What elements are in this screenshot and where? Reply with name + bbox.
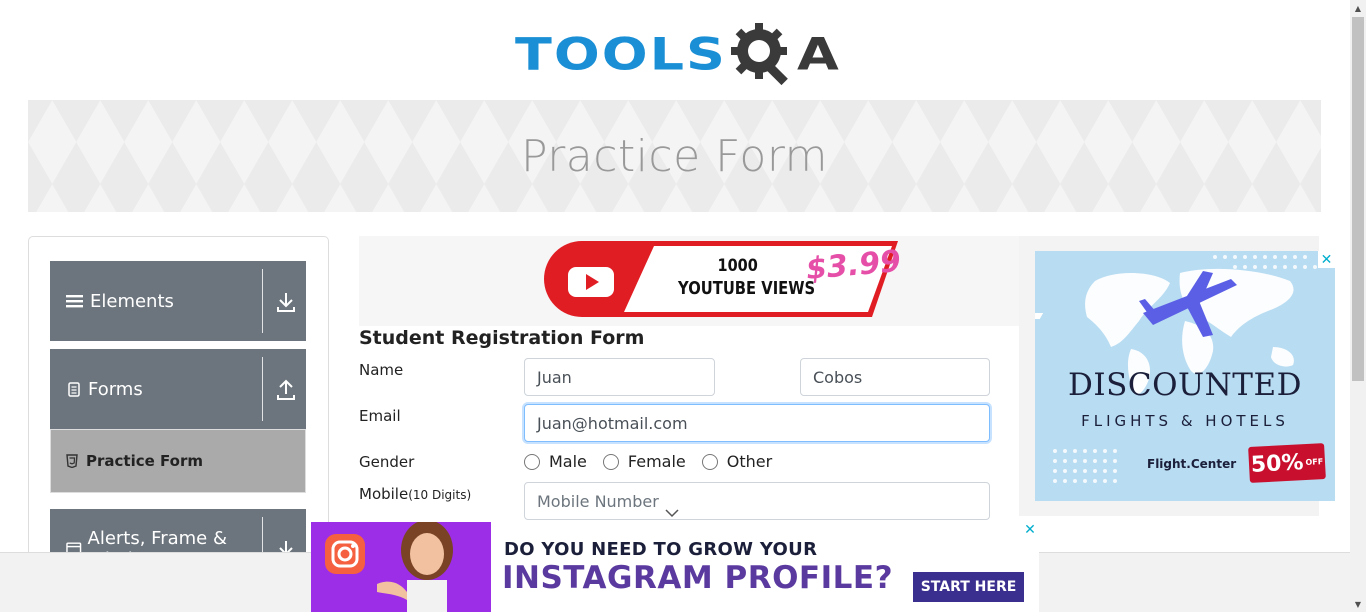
radio-label: Female xyxy=(627,452,686,471)
scroll-down-arrow-icon[interactable]: ▼ xyxy=(1350,596,1366,612)
youtube-views-ad[interactable]: 1000 YOUTUBE VIEWS $3.99 xyxy=(359,236,1019,326)
first-name-input[interactable]: Juan xyxy=(524,358,715,396)
gender-label: Gender xyxy=(359,453,415,471)
ad-line2: YOUTUBE VIEWS xyxy=(678,278,816,299)
name-label: Name xyxy=(359,361,404,379)
scrollbar-thumb[interactable] xyxy=(1352,17,1364,381)
mobile-hint: (10 Digits) xyxy=(408,488,472,502)
radio-circle[interactable] xyxy=(524,453,540,470)
mobile-label: Mobile(10 Digits) xyxy=(359,485,471,503)
sidebar-group-elements[interactable]: Elements xyxy=(50,261,306,341)
flights-hotels-ad[interactable]: DISCOUNTED FLIGHTS & HOTELS Flight.Cente… xyxy=(1035,251,1335,501)
ad-subtitle: FLIGHTS & HOTELS xyxy=(1081,412,1289,430)
sidebar-group-label: Forms xyxy=(88,378,143,400)
toolsqa-logo[interactable]: TOOLS A xyxy=(515,16,840,92)
gender-male-option[interactable]: Male xyxy=(524,452,587,471)
close-icon[interactable]: ✕ xyxy=(1318,251,1335,268)
logo-tools-text: TOOLS xyxy=(515,28,727,80)
email-input[interactable]: Juan@hotmail.com xyxy=(524,404,990,442)
page: TOOLS A Practice Form Elements Forms Pra… xyxy=(0,0,1366,612)
gender-radio-group: Male Female Other xyxy=(524,452,788,471)
upload-arrow-icon xyxy=(277,379,295,400)
divider xyxy=(262,269,263,333)
discount-suffix: OFF xyxy=(1305,456,1324,467)
scroll-up-arrow-icon[interactable]: ▲ xyxy=(1350,0,1366,16)
sidebar-group-label-wrap: Elements xyxy=(66,261,174,341)
form-title: Student Registration Form xyxy=(359,327,645,349)
radio-circle[interactable] xyxy=(602,453,619,470)
ad-image-panel xyxy=(311,522,491,612)
radio-circle[interactable] xyxy=(701,453,718,470)
instagram-ad[interactable]: DO YOU NEED TO GROW YOUR INSTAGRAM PROFI… xyxy=(311,522,1039,612)
sidebar-group-forms[interactable]: Forms xyxy=(50,349,306,429)
gender-female-option[interactable]: Female xyxy=(602,452,686,471)
hamburger-icon xyxy=(66,295,83,308)
ad-title: DISCOUNTED xyxy=(1068,367,1302,403)
chevron-down-icon xyxy=(665,509,679,518)
gear-magnifier-icon xyxy=(730,23,788,86)
ad-headline-2: INSTAGRAM PROFILE? xyxy=(502,560,894,596)
close-icon[interactable]: ✕ xyxy=(1022,522,1038,538)
page-header-banner: Practice Form xyxy=(28,100,1321,212)
html5-icon xyxy=(66,454,78,468)
mobile-input[interactable]: Mobile Number xyxy=(524,482,990,520)
discount-tag: 50% OFF xyxy=(1248,443,1326,483)
divider xyxy=(262,357,263,421)
radio-label: Other xyxy=(726,452,773,471)
start-here-button[interactable]: START HERE xyxy=(913,572,1024,602)
document-icon xyxy=(68,382,80,397)
logo-a-text: A xyxy=(796,28,839,80)
email-label: Email xyxy=(359,407,401,425)
ad-headline-1: DO YOU NEED TO GROW YOUR xyxy=(504,539,818,560)
ad-brand: Flight.Center xyxy=(1147,457,1237,471)
radio-label: Male xyxy=(549,452,587,471)
gender-other-option[interactable]: Other xyxy=(701,452,773,471)
page-title: Practice Form xyxy=(520,130,829,182)
woman-illustration xyxy=(377,522,453,612)
instagram-icon xyxy=(325,534,365,574)
mobile-label-text: Mobile xyxy=(359,485,409,503)
download-arrow-icon xyxy=(277,293,295,312)
sidebar-group-label-wrap: Forms xyxy=(66,349,143,429)
sidebar-item-practice-form[interactable]: Practice Form xyxy=(50,429,306,493)
ad-line1: 1000 xyxy=(717,256,758,276)
sidebar-item-label: Practice Form xyxy=(86,452,203,470)
last-name-input[interactable]: Cobos xyxy=(800,358,990,396)
discount-value: 50% xyxy=(1250,449,1305,478)
sidebar-group-label: Elements xyxy=(90,290,174,312)
